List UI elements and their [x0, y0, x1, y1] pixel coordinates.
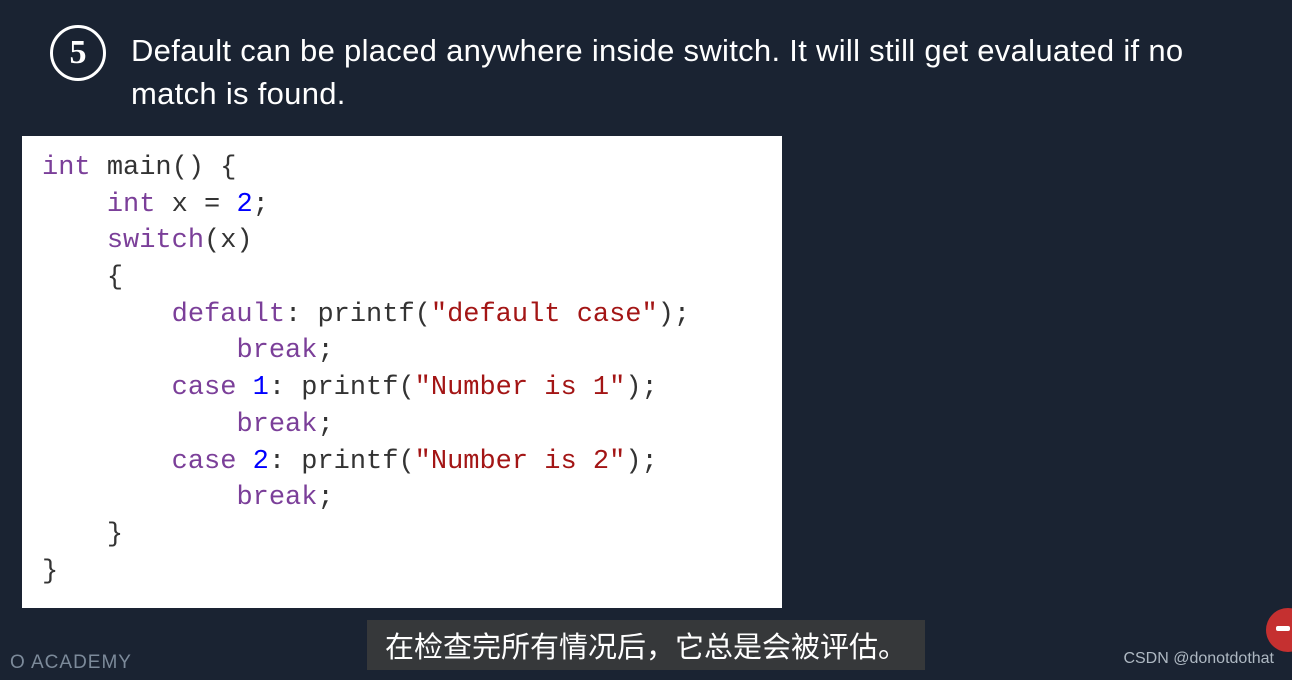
- colon: :: [269, 447, 301, 477]
- code-line-6: break;: [42, 333, 762, 370]
- paren: (: [398, 373, 414, 403]
- brace-open: {: [107, 263, 123, 293]
- code-line-10: break;: [42, 480, 762, 517]
- string-literal: "default case": [431, 300, 658, 330]
- bullet-number: 5: [70, 34, 87, 72]
- semicolon: ;: [317, 483, 333, 513]
- semicolon: ;: [317, 410, 333, 440]
- bullet-number-circle: 5: [50, 25, 106, 81]
- code-line-7: case 1: printf("Number is 1");: [42, 370, 762, 407]
- code-line-11: }: [42, 517, 762, 554]
- fn-printf: printf: [301, 373, 398, 403]
- num-literal: 1: [253, 373, 269, 403]
- code-text: () {: [172, 153, 237, 183]
- keyword-break: break: [236, 410, 317, 440]
- semicolon: ;: [317, 336, 333, 366]
- subtitle-caption: 在检查完所有情况后，它总是会被评估。: [367, 620, 925, 670]
- footer-watermark: CSDN @donotdothat: [1123, 650, 1274, 668]
- keyword-switch: switch: [107, 226, 204, 256]
- num-literal: 2: [253, 447, 269, 477]
- code-line-5: default: printf("default case");: [42, 297, 762, 334]
- keyword-break: break: [236, 336, 317, 366]
- paren: );: [625, 447, 657, 477]
- code-line-2: int x = 2;: [42, 187, 762, 224]
- colon: :: [269, 373, 301, 403]
- code-block: int main() { int x = 2; switch(x) { defa…: [22, 136, 782, 609]
- fn-printf: printf: [301, 447, 398, 477]
- fn-printf: printf: [317, 300, 414, 330]
- header-row: 5 Default can be placed anywhere inside …: [0, 0, 1292, 136]
- colon: :: [285, 300, 317, 330]
- keyword-int: int: [107, 190, 156, 220]
- slide-title: Default can be placed anywhere inside sw…: [131, 25, 1242, 116]
- semicolon: ;: [253, 190, 269, 220]
- code-line-3: switch(x): [42, 223, 762, 260]
- keyword-case: case: [172, 447, 237, 477]
- keyword-break: break: [236, 483, 317, 513]
- string-literal: "Number is 2": [415, 447, 626, 477]
- space: [236, 447, 252, 477]
- brace-close: }: [107, 520, 123, 550]
- paren: );: [658, 300, 690, 330]
- code-line-8: break;: [42, 407, 762, 444]
- op-equals: =: [204, 190, 236, 220]
- paren: (: [398, 447, 414, 477]
- var-x: x: [172, 190, 204, 220]
- code-line-9: case 2: printf("Number is 2");: [42, 444, 762, 481]
- keyword-default: default: [172, 300, 285, 330]
- fn-main: main: [107, 153, 172, 183]
- num-literal: 2: [236, 190, 252, 220]
- minus-icon: [1266, 608, 1292, 652]
- code-line-4: {: [42, 260, 762, 297]
- paren: );: [625, 373, 657, 403]
- code-line-12: }: [42, 554, 762, 591]
- space: [236, 373, 252, 403]
- string-literal: "Number is 1": [415, 373, 626, 403]
- code-text: (x): [204, 226, 253, 256]
- footer-brand: O ACADEMY: [10, 652, 132, 674]
- keyword-int: int: [42, 153, 91, 183]
- keyword-case: case: [172, 373, 237, 403]
- code-line-1: int main() {: [42, 150, 762, 187]
- brace-close: }: [42, 557, 58, 587]
- paren: (: [415, 300, 431, 330]
